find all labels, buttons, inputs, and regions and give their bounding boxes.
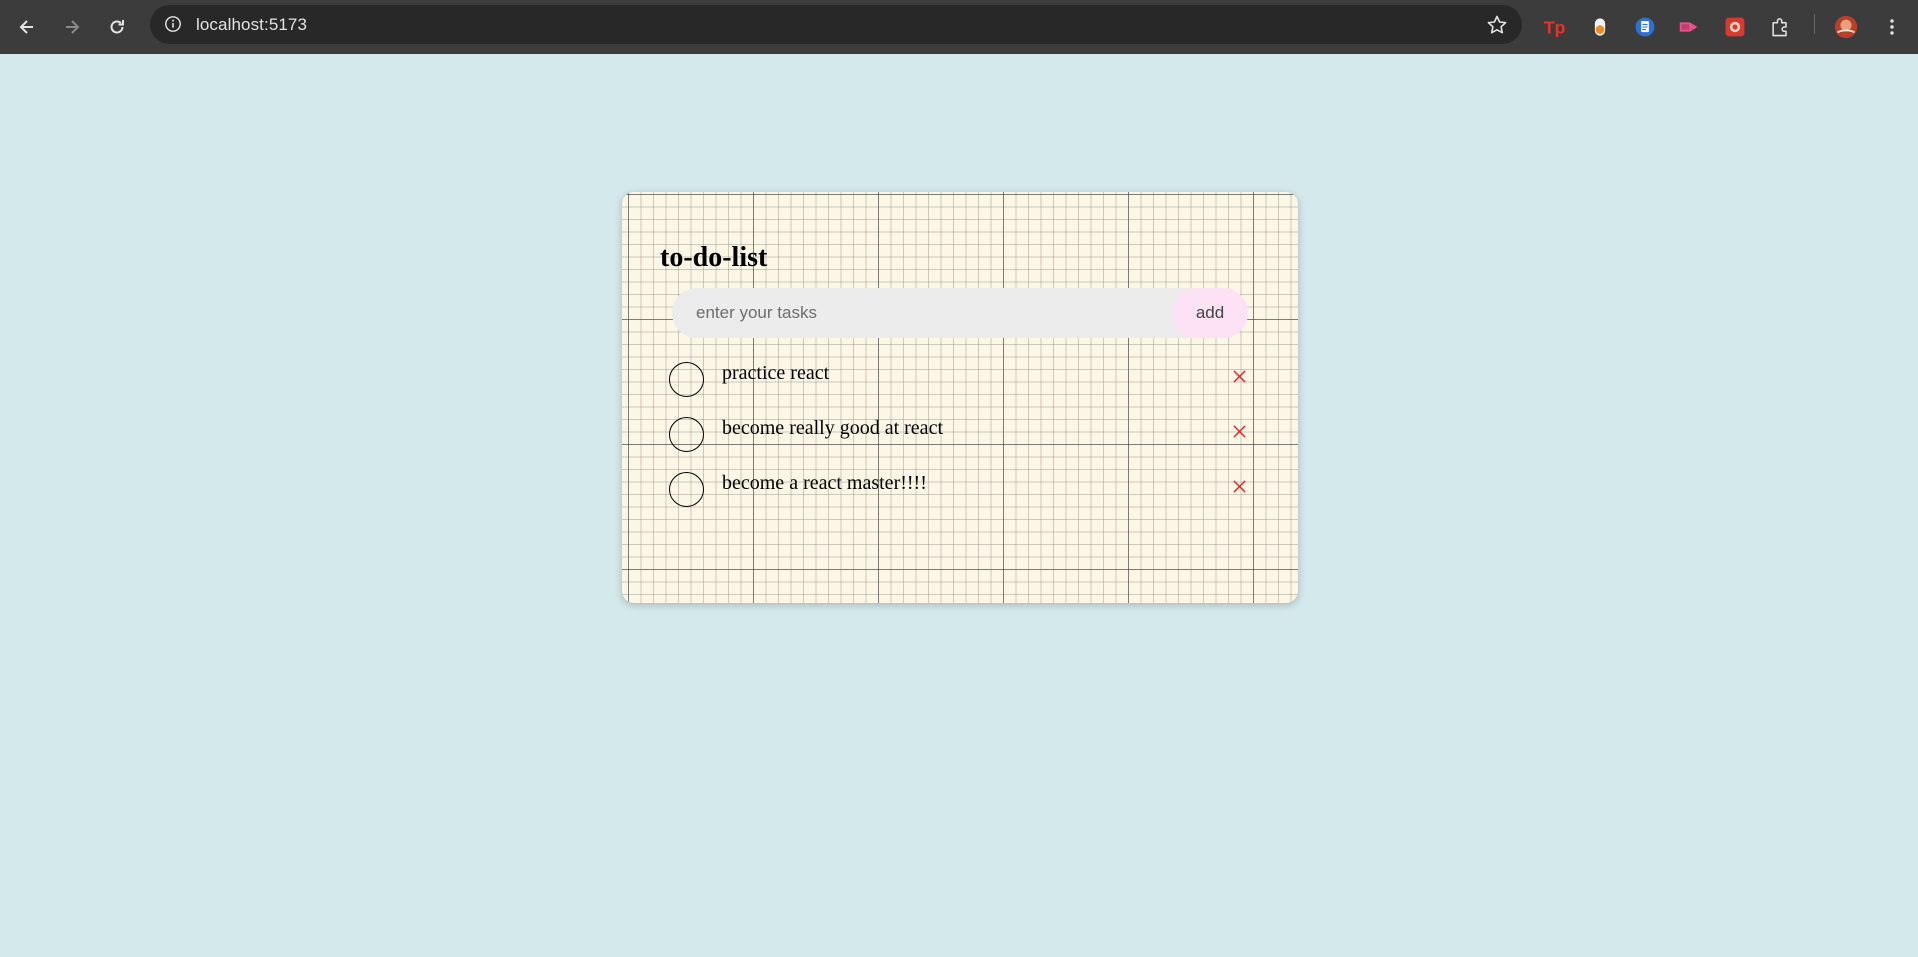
tp-extension-icon[interactable]: Tp (1541, 13, 1569, 41)
profile-avatar-icon[interactable] (1832, 13, 1860, 41)
task-text[interactable]: practice react (722, 362, 829, 385)
toolbar-divider (1814, 14, 1815, 34)
task-checkbox[interactable] (669, 417, 704, 452)
task-checkbox[interactable] (669, 472, 704, 507)
task-list: practice react become really good at rea… (622, 362, 1298, 527)
red-box-extension-icon[interactable] (1721, 13, 1749, 41)
kebab-menu-icon[interactable] (1878, 13, 1906, 41)
orange-dot-extension-icon[interactable] (1586, 13, 1614, 41)
task-input-row: add (672, 288, 1248, 338)
document-extension-icon[interactable] (1631, 13, 1659, 41)
url-text[interactable]: localhost:5173 (196, 15, 307, 35)
browser-toolbar: localhost:5173 Tp (0, 0, 1918, 54)
back-arrow-icon[interactable] (11, 11, 43, 43)
delete-x-icon[interactable] (1227, 364, 1251, 388)
site-info-icon[interactable] (162, 13, 184, 35)
page-title: to-do-list (660, 242, 768, 273)
puzzle-extensions-icon[interactable] (1766, 13, 1794, 41)
task-item: become a react master!!!! (622, 472, 1298, 527)
delete-x-icon[interactable] (1227, 419, 1251, 443)
todo-card: to-do-list add practice react become rea… (622, 192, 1298, 603)
add-button[interactable]: add (1172, 288, 1248, 338)
task-item: become really good at react (622, 417, 1298, 472)
forward-arrow-icon[interactable] (56, 11, 88, 43)
svg-text:Tp: Tp (1544, 18, 1566, 38)
reload-icon[interactable] (101, 11, 133, 43)
address-bar[interactable]: localhost:5173 (150, 5, 1522, 44)
task-text[interactable]: become a react master!!!! (722, 472, 927, 495)
bookmark-star-icon[interactable] (1486, 14, 1508, 36)
delete-x-icon[interactable] (1227, 474, 1251, 498)
task-item: practice react (622, 362, 1298, 417)
video-arrow-extension-icon[interactable] (1676, 13, 1704, 41)
task-checkbox[interactable] (669, 362, 704, 397)
task-input[interactable] (672, 288, 1142, 338)
task-text[interactable]: become really good at react (722, 417, 943, 440)
